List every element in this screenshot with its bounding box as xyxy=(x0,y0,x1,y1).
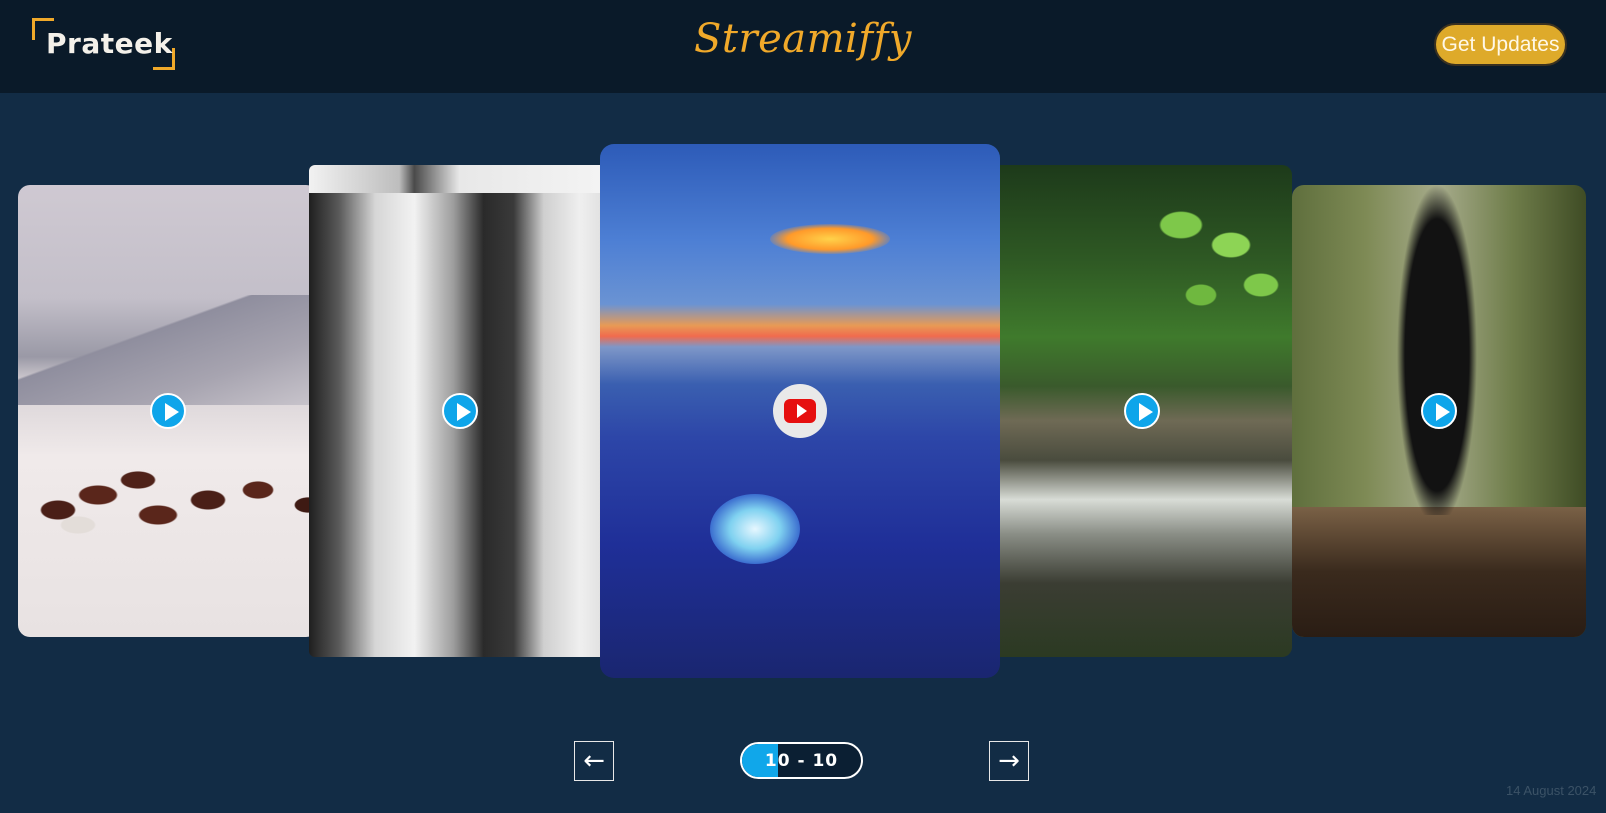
walking-person xyxy=(1387,185,1487,515)
waterfall-top xyxy=(309,165,610,193)
forest-ground xyxy=(1292,507,1586,637)
play-icon[interactable] xyxy=(1421,393,1457,429)
play-icon[interactable] xyxy=(441,393,478,429)
video-card-walking-person[interactable] xyxy=(1292,185,1586,637)
brand-title: Streamiffy xyxy=(693,16,913,62)
next-button[interactable]: → xyxy=(989,741,1029,781)
youtube-play-icon[interactable] xyxy=(773,384,827,438)
sunset-clouds xyxy=(770,224,890,254)
date-label: 14 August 2024 xyxy=(1506,783,1597,798)
get-updates-button[interactable]: Get Updates xyxy=(1434,23,1567,66)
glowing-pebble xyxy=(710,494,800,564)
leaves xyxy=(1141,185,1291,335)
video-card-sea-glass-beach[interactable] xyxy=(600,144,1000,678)
arrow-right-icon: → xyxy=(998,746,1020,776)
page-counter: 10 - 10 xyxy=(764,750,839,771)
video-card-forest-stream[interactable] xyxy=(991,165,1292,657)
mountain-scenery xyxy=(18,295,318,405)
page-indicator: 10 - 10 xyxy=(740,742,863,779)
arrow-left-icon: ← xyxy=(583,746,605,776)
top-header: Prateek Streamiffy Get Updates xyxy=(0,0,1606,93)
play-icon[interactable] xyxy=(1123,393,1160,429)
play-icon[interactable] xyxy=(150,393,186,429)
previous-button[interactable]: ← xyxy=(574,741,614,781)
video-card-horses[interactable] xyxy=(18,185,318,637)
video-card-waterfall[interactable] xyxy=(309,165,610,657)
horse-herd xyxy=(28,455,318,545)
